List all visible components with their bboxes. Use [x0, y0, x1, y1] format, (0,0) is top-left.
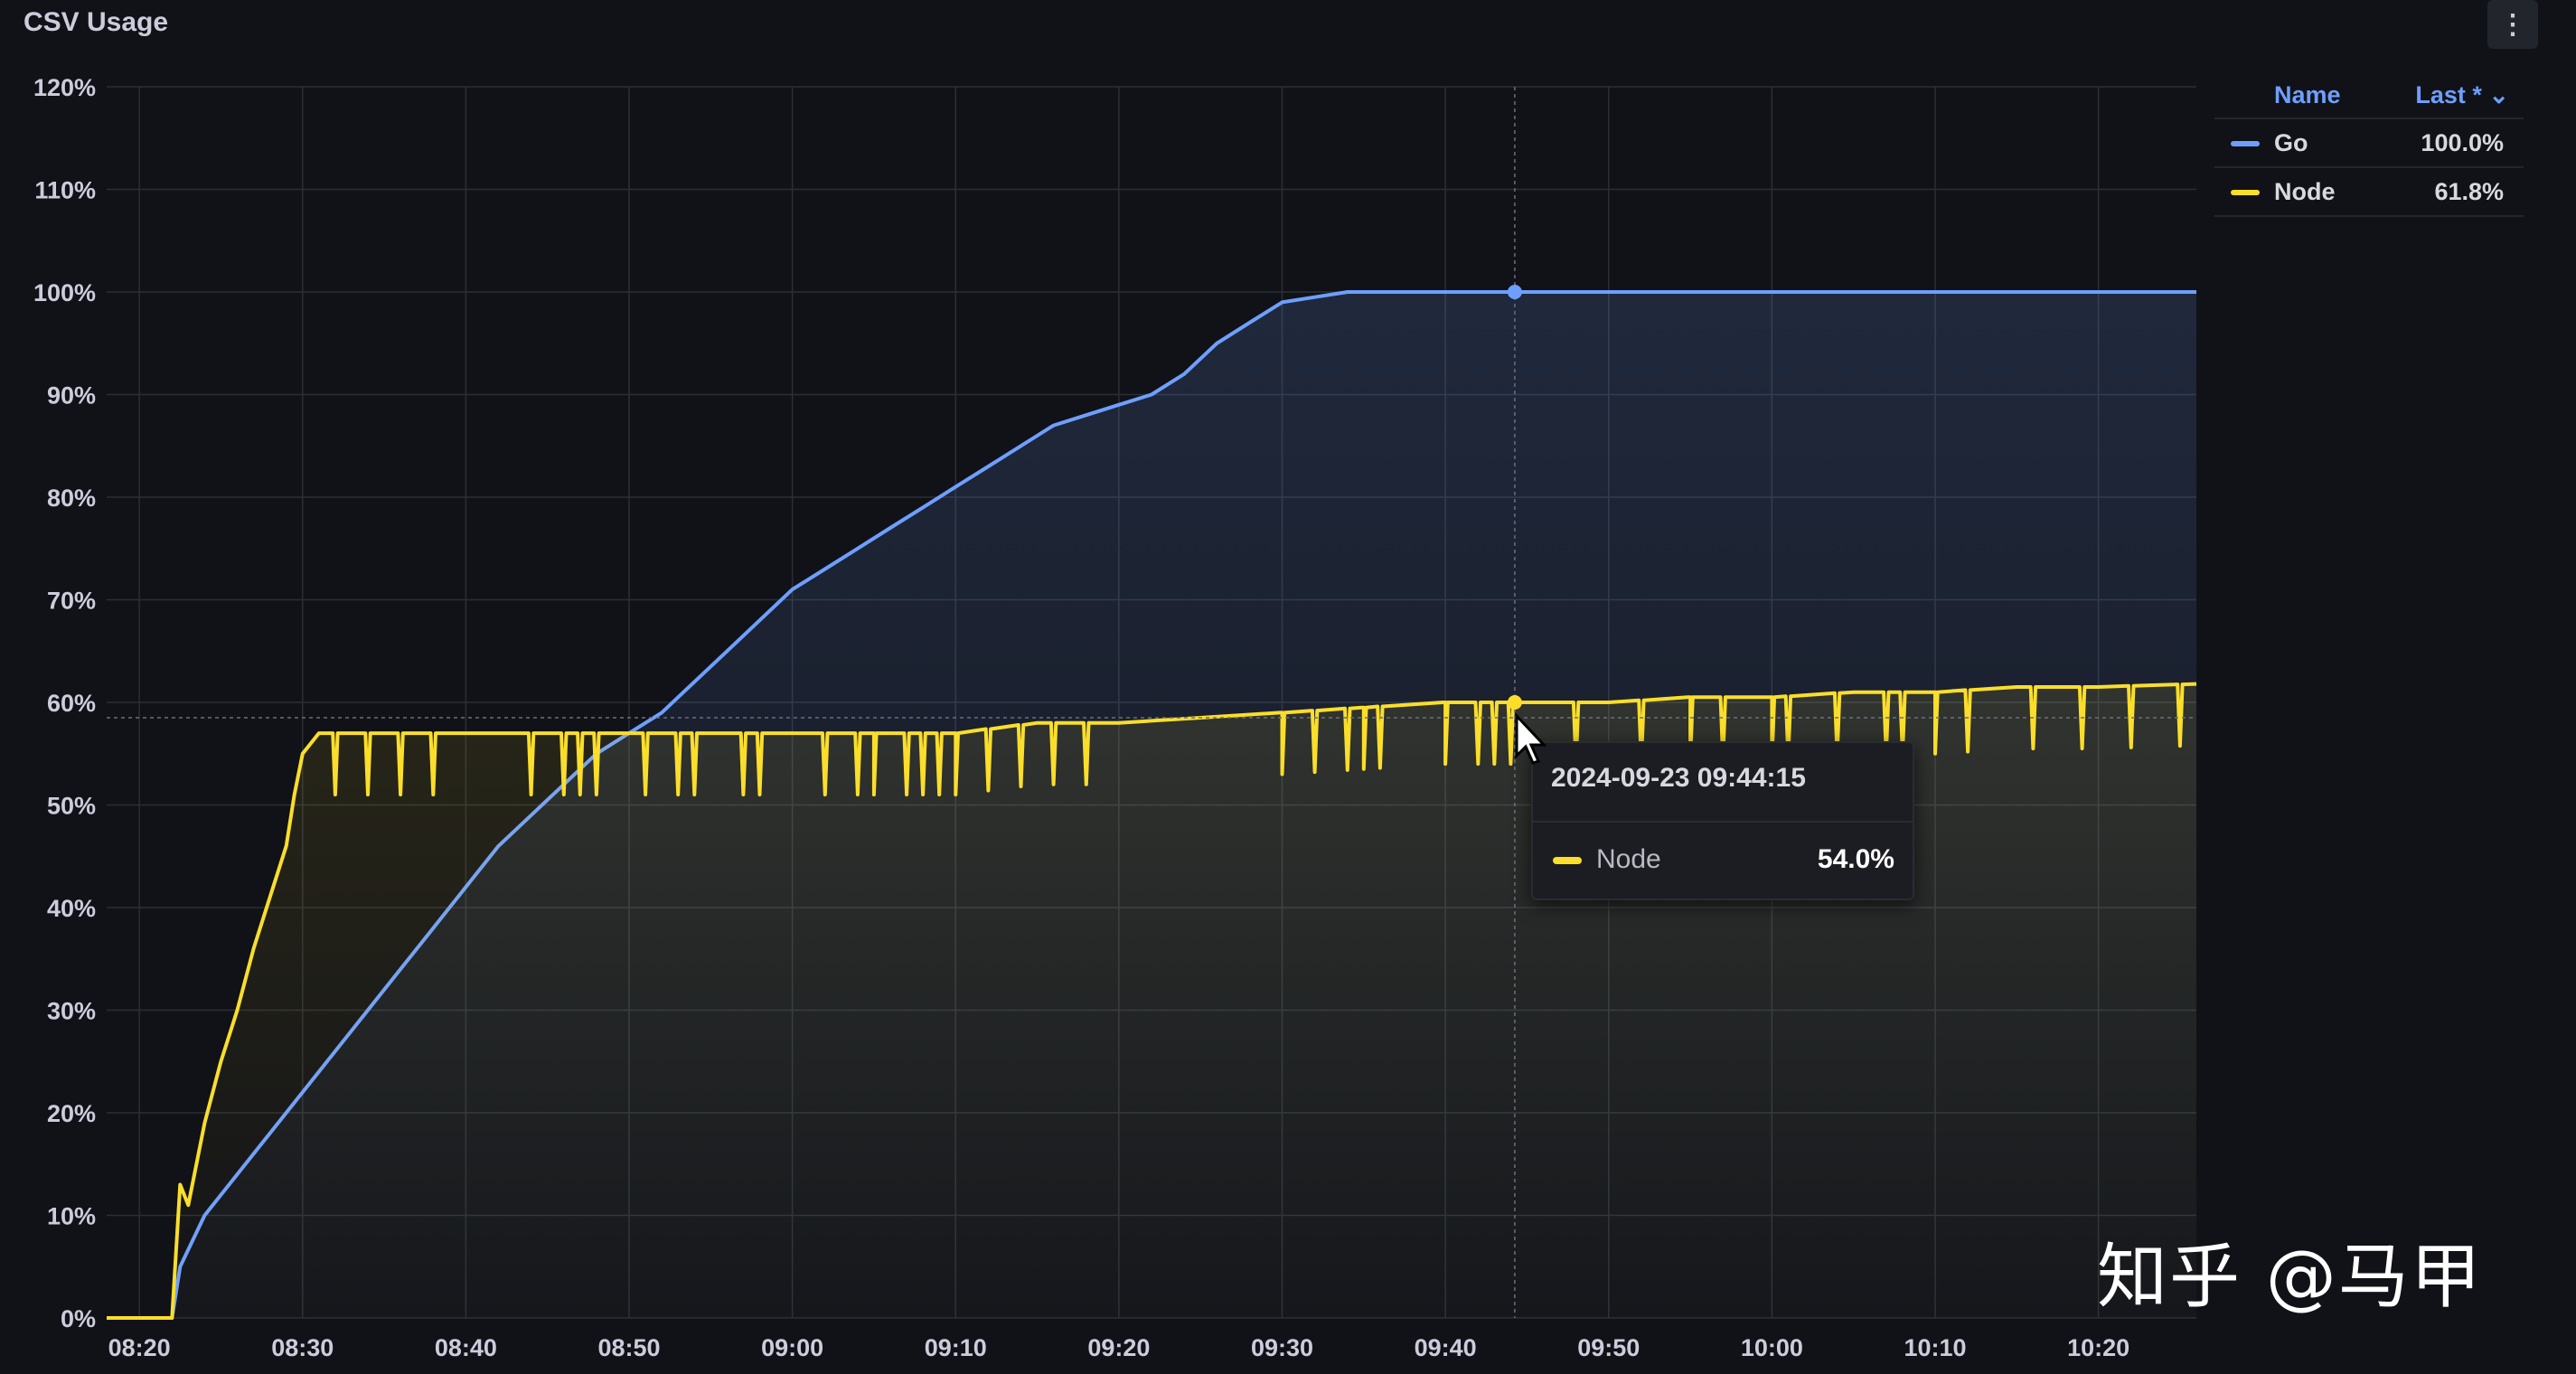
legend-row-node[interactable]: Node 61.8%: [2214, 168, 2524, 217]
node-hover-point: [1507, 695, 1522, 710]
legend-last-label: Last *: [2415, 80, 2482, 108]
y-tick-label: 80%: [47, 485, 96, 512]
y-tick-label: 10%: [47, 1203, 96, 1230]
tooltip-time: 2024-09-23 09:44:15: [1551, 763, 1806, 793]
legend-series-last: 61.8%: [2434, 177, 2504, 205]
x-tick-label: 08:20: [108, 1334, 171, 1361]
x-tick-label: 09:40: [1415, 1334, 1477, 1361]
x-tick-label: 08:40: [435, 1334, 497, 1361]
x-tick-label: 09:50: [1577, 1334, 1640, 1361]
tooltip-swatch: [1553, 857, 1582, 864]
x-tick-label: 10:20: [2067, 1334, 2129, 1361]
legend-swatch-node: [2231, 190, 2260, 195]
watermark: 知乎 @马甲: [2097, 1237, 2483, 1318]
legend-header: Name Last * ⌄: [2214, 72, 2524, 119]
x-tick-label: 09:00: [761, 1334, 823, 1361]
y-tick-label: 120%: [33, 74, 96, 101]
x-tick-label: 10:00: [1741, 1334, 1803, 1361]
x-tick-label: 08:50: [597, 1334, 660, 1361]
mouse-pointer-icon: [1515, 712, 1547, 765]
y-tick-label: 60%: [47, 690, 96, 717]
x-tick-label: 08:30: [271, 1334, 334, 1361]
legend-name-header[interactable]: Name: [2274, 81, 2341, 109]
hover-tooltip: 2024-09-23 09:44:15 Node 54.0%: [1531, 741, 1914, 900]
y-tick-label: 30%: [47, 998, 96, 1025]
x-tick-label: 10:10: [1904, 1334, 1966, 1361]
tooltip-series-value: 54.0%: [1817, 844, 1894, 874]
y-tick-label: 110%: [34, 177, 96, 204]
y-tick-label: 70%: [47, 588, 96, 615]
y-tick-label: 20%: [47, 1100, 96, 1127]
y-tick-label: 100%: [33, 279, 96, 306]
legend-table: Name Last * ⌄ Go 100.0% Node 61.8%: [2214, 72, 2524, 217]
legend-series-name: Go: [2274, 128, 2308, 156]
legend-row-go[interactable]: Go 100.0%: [2214, 119, 2524, 168]
cpu-usage-chart[interactable]: 0% 10% 20% 30% 40% 50% 60% 70% 80% 90% 100% 110% 120…: [0, 0, 2576, 1374]
tooltip-divider: [1533, 821, 1913, 823]
y-tick-label: 0%: [61, 1305, 96, 1332]
x-tick-label: 09:10: [925, 1334, 987, 1361]
x-tick-label: 09:30: [1251, 1334, 1313, 1361]
chevron-down-icon: ⌄: [2488, 80, 2509, 108]
legend-last-header[interactable]: Last * ⌄: [2415, 81, 2524, 109]
tooltip-series-name: Node: [1596, 844, 1661, 874]
legend-series-last: 100.0%: [2421, 128, 2504, 156]
legend-series-name: Node: [2274, 177, 2336, 205]
legend-swatch-go: [2231, 141, 2260, 146]
y-tick-label: 50%: [47, 793, 96, 820]
go-hover-point: [1507, 285, 1522, 299]
y-tick-label: 40%: [47, 895, 96, 922]
x-tick-label: 09:20: [1087, 1334, 1150, 1361]
y-tick-label: 90%: [47, 382, 96, 409]
